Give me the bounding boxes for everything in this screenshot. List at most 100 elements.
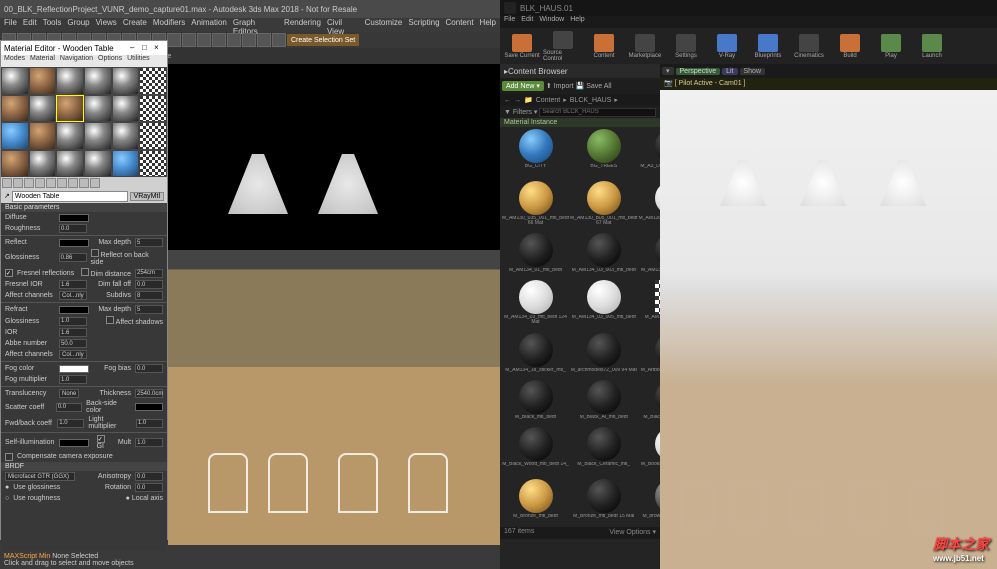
sample-slot[interactable] (84, 150, 112, 178)
asset-item[interactable]: M_Black_Ceramic_mtl_ (570, 427, 638, 478)
asset-item[interactable]: M_Bronze_mtl_bedf (502, 479, 569, 525)
menu-scripting[interactable]: Scripting (408, 18, 439, 32)
asset-item[interactable]: M_brown_mtl_bedf 89 Mat (639, 479, 660, 525)
perspective-button[interactable]: Perspective (676, 68, 721, 75)
asset-item[interactable]: BG_TREES (570, 129, 638, 180)
sample-slot[interactable] (1, 95, 29, 123)
subdivs-spinner[interactable]: 8 (135, 291, 163, 300)
forward-icon[interactable]: → (514, 97, 521, 104)
import-button[interactable]: ⬆ Import (546, 82, 574, 90)
tool-curve-editor[interactable] (197, 33, 211, 47)
menu-file[interactable]: File (4, 18, 17, 32)
dim-falloff-spinner[interactable]: 0.0 (135, 280, 163, 289)
refract-swatch[interactable] (59, 306, 89, 314)
refract-glossiness-spinner[interactable]: 1.0 (59, 317, 87, 326)
sample-slot[interactable] (56, 122, 84, 150)
path-folder[interactable]: BLCK_HAUS (570, 97, 612, 104)
rollout-brdf[interactable]: BRDF (1, 462, 167, 471)
affect-shadows-checkbox[interactable] (106, 316, 114, 324)
toolbar-marketplace[interactable]: Marketplace (625, 34, 665, 59)
light-mult-spinner[interactable]: 1.0 (136, 419, 163, 428)
toolbar-blueprints[interactable]: Blueprints (748, 34, 788, 59)
menu-modifiers[interactable]: Modifiers (153, 18, 185, 32)
toolbar-v-ray[interactable]: V-Ray (707, 34, 747, 59)
roughness-spinner[interactable]: 0.0 (59, 224, 87, 233)
section-material-instance[interactable]: Material Instance (500, 118, 660, 127)
fog-bias-spinner[interactable]: 0.0 (135, 364, 163, 373)
toolbar-content[interactable]: Content (584, 34, 624, 59)
material-type-button[interactable]: VRayMtl (130, 192, 164, 201)
use-glossiness-radio[interactable]: Use glossiness (13, 484, 60, 491)
menu-window[interactable]: Window (539, 16, 564, 28)
affect-channels-dropdown[interactable]: Col...nly (59, 291, 87, 300)
fresnel-ior-spinner[interactable]: 1.6 (59, 280, 87, 289)
go-parent-icon[interactable] (79, 178, 89, 188)
asset-item[interactable]: M_A3_Default_mtl_bedf 138 Mat (639, 129, 660, 180)
tool-material[interactable] (227, 33, 241, 47)
sample-slot[interactable] (139, 67, 167, 95)
selfillum-mult-spinner[interactable]: 1.0 (135, 438, 163, 447)
fog-mult-spinner[interactable]: 1.0 (59, 375, 87, 384)
show-button[interactable]: Show (740, 68, 766, 75)
asset-item[interactable]: M_Black_mtl_bedf 11 Mat (639, 380, 660, 426)
lit-button[interactable]: Lit (722, 68, 737, 75)
fresnel-checkbox[interactable] (5, 269, 13, 277)
asset-item[interactable]: M_AM134_03_Default_mtl_ (639, 233, 660, 279)
asset-item[interactable]: M_AM134_03_white_mtl (639, 280, 660, 331)
tool-render-setup[interactable] (242, 33, 256, 47)
asset-item[interactable]: M_AM134_18_sticker_mtl_ (502, 333, 569, 379)
sample-slot[interactable] (139, 95, 167, 123)
glossiness-spinner[interactable]: 0.86 (59, 253, 87, 262)
gi-checkbox[interactable] (97, 435, 105, 443)
sample-slot[interactable] (84, 122, 112, 150)
sample-slot[interactable] (1, 150, 29, 178)
sample-slot[interactable] (29, 67, 57, 95)
toolbar-settings[interactable]: Settings (666, 34, 706, 59)
menu-create[interactable]: Create (123, 18, 147, 32)
menu-rendering[interactable]: Rendering (284, 18, 321, 32)
path-content[interactable]: Content (536, 97, 561, 104)
reset-icon[interactable] (35, 178, 45, 188)
asset-item[interactable]: M_Black_Al_mtl_bedf (570, 380, 638, 426)
fwdback-spinner[interactable]: 1.0 (57, 419, 84, 428)
asset-item[interactable]: M_AM134_03_mtl_bedf 124 Mat (502, 280, 569, 331)
tool-schematic[interactable] (212, 33, 226, 47)
sample-slot[interactable] (56, 67, 84, 95)
reflect-backside-checkbox[interactable] (91, 249, 99, 257)
diffuse-swatch[interactable] (59, 214, 89, 222)
sample-slot[interactable] (56, 150, 84, 178)
asset-item[interactable]: M_AM130_036_001_mtl_bedf 69 Mat (639, 181, 660, 232)
mat-menu-utilities[interactable]: Utilities (127, 55, 150, 67)
brdf-type-dropdown[interactable]: Microfacet GTR (GGX) (5, 472, 75, 481)
dim-distance-spinner[interactable]: 254cm (135, 269, 163, 278)
tool-align[interactable] (167, 33, 181, 47)
sample-slot[interactable] (112, 122, 140, 150)
view-options-button[interactable]: View Options ▾ (609, 528, 656, 538)
menu-graph-editors[interactable]: Graph Editors (233, 18, 278, 32)
translucency-dropdown[interactable]: None (59, 389, 79, 398)
max-depth-spinner[interactable]: 5 (135, 238, 163, 247)
toolbar-build[interactable]: Build (830, 34, 870, 59)
ior-spinner[interactable]: 1.6 (59, 328, 87, 337)
asset-item[interactable]: BG_CITY (502, 129, 569, 180)
menu-help[interactable]: Help (570, 16, 584, 28)
toolbar-save-current[interactable]: Save Current (502, 34, 542, 59)
show-map-icon[interactable] (57, 178, 67, 188)
toolbar-cinematics[interactable]: Cinematics (789, 34, 829, 59)
sample-slot[interactable] (112, 67, 140, 95)
toolbar-launch[interactable]: Launch (912, 34, 952, 59)
menu-help[interactable]: Help (480, 18, 496, 32)
tool-render-frame[interactable] (257, 33, 271, 47)
toolbar-source-control[interactable]: Source Control (543, 31, 583, 62)
maximize-icon[interactable]: □ (142, 43, 152, 53)
asset-item[interactable]: M_AM134_03_005_mtl_bedf (570, 280, 638, 331)
mat-menu-options[interactable]: Options (98, 55, 122, 67)
search-input[interactable] (539, 108, 656, 117)
scatter-spinner[interactable]: 0.0 (56, 403, 82, 412)
sample-slot-selected[interactable] (56, 95, 84, 123)
sample-slot[interactable] (29, 150, 57, 178)
mat-menu-navigation[interactable]: Navigation (60, 55, 93, 67)
material-editor-titlebar[interactable]: Material Editor - Wooden Table – □ × (1, 41, 167, 55)
sample-slot[interactable] (112, 150, 140, 178)
filters-button[interactable]: ▼ Filters ▾ (504, 108, 537, 116)
